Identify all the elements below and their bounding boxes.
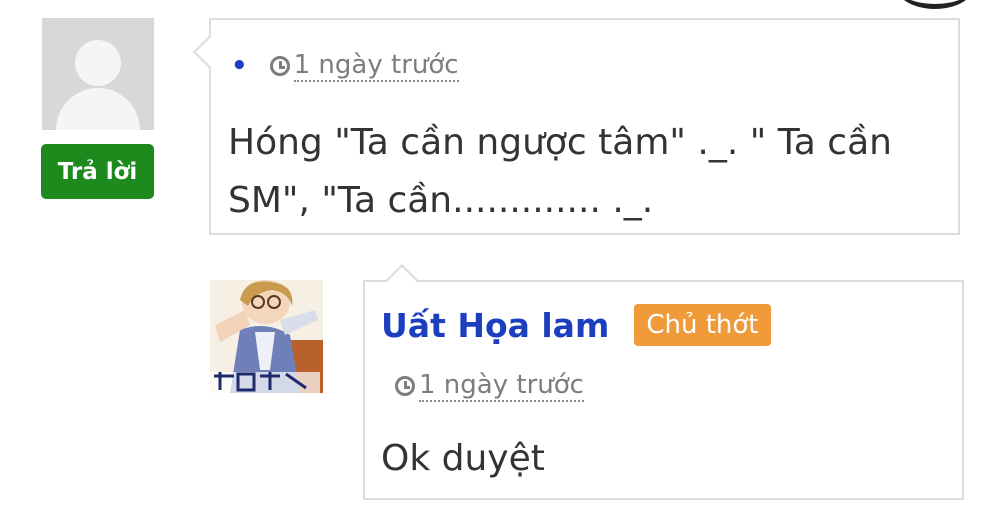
reply-box: Uất Họa lam Chủ thớt 1 ngày trước Ok duy… [363,264,964,500]
reply-content: Ok duyệt [381,438,545,479]
comment-content: Hóng "Ta cần ngược tâm" ._. " Ta cần SM"… [228,122,892,221]
comment-time[interactable]: 1 ngày trước [293,50,459,82]
scroll-top-button-edge[interactable] [895,0,975,9]
comment-thread: Trả lời • 1 ngày trước Hóng "Ta cần ngượ… [0,0,1000,530]
comment-box: • 1 ngày trước Hóng "Ta cần ngược tâm" .… [193,18,960,235]
avatar-body-shape [56,88,140,130]
reply-box-pointer [385,264,419,298]
reply-author-row: Uất Họa lam Chủ thớt [381,304,771,346]
author-dot: • [231,51,248,81]
anime-avatar-image [210,280,323,393]
reply-time[interactable]: 1 ngày trước [419,370,584,402]
reply-meta: 1 ngày trước [395,370,584,402]
clock-icon [269,56,290,76]
comment-box-pointer [193,35,227,69]
default-avatar [42,18,154,130]
reply-author-link[interactable]: Uất Họa lam [381,306,609,345]
clock-icon [395,376,415,396]
reply-button[interactable]: Trả lời [41,144,154,199]
avatar-head-shape [75,40,121,86]
user-avatar[interactable] [210,280,323,393]
owner-badge: Chủ thớt [634,304,771,346]
comment-meta: • 1 ngày trước [231,50,459,82]
